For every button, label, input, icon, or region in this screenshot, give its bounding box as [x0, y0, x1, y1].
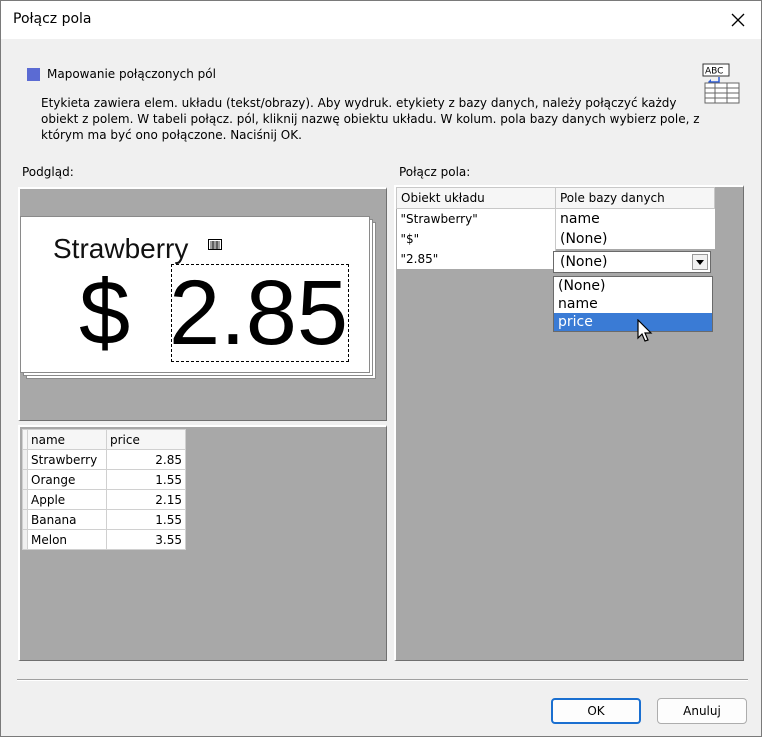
window-title: Połącz pola	[13, 11, 92, 27]
database-field-icon	[208, 235, 222, 254]
abc-table-icon: ABC	[701, 63, 741, 109]
mapping-header-row: Obiekt układu Pole bazy danych	[396, 187, 715, 209]
section-heading: Mapowanie połączonych pól	[27, 67, 216, 81]
dropdown-option-price[interactable]: price	[554, 313, 712, 331]
table-row[interactable]: Apple 2.15	[22, 489, 186, 510]
dropdown-option-name[interactable]: name	[554, 295, 712, 313]
mapping-object-cell[interactable]: "2.85"	[396, 249, 556, 269]
cell-name: Apple	[27, 489, 107, 510]
close-button[interactable]	[715, 1, 761, 39]
cell-price: 2.85	[106, 449, 186, 470]
mapping-row[interactable]: "Strawberry" name	[396, 208, 715, 229]
table-row[interactable]: Banana 1.55	[22, 509, 186, 530]
cell-price: 2.15	[106, 489, 186, 510]
mapping-field-cell[interactable]: name	[555, 208, 715, 229]
dropdown-button[interactable]	[692, 254, 708, 270]
column-header-name[interactable]: name	[27, 429, 107, 450]
divider	[17, 679, 748, 681]
mouse-cursor-icon	[637, 319, 653, 342]
dropdown-option-none[interactable]: (None)	[554, 277, 712, 295]
preview-label: Podgląd:	[22, 165, 74, 179]
ok-button[interactable]: OK	[551, 698, 641, 724]
column-header-price[interactable]: price	[106, 429, 186, 450]
chevron-down-icon	[696, 259, 704, 265]
mapping-object-cell[interactable]: "$"	[396, 229, 556, 249]
cancel-button[interactable]: Anuluj	[657, 698, 747, 724]
mapping-label: Połącz pola:	[399, 165, 471, 179]
label-preview-card[interactable]: Strawberry $ 2.85	[20, 216, 370, 373]
field-dropdown[interactable]: (None)	[553, 251, 711, 273]
mapping-row[interactable]: "$" (None)	[396, 229, 715, 249]
table-row[interactable]: Melon 3.55	[22, 529, 186, 550]
cell-name: Orange	[27, 469, 107, 490]
table-row[interactable]: Strawberry 2.85	[22, 449, 186, 470]
column-header-field[interactable]: Pole bazy danych	[555, 187, 715, 209]
label-currency-text[interactable]: $	[79, 265, 130, 361]
label-price-text[interactable]: 2.85	[169, 265, 348, 361]
column-header-object[interactable]: Obiekt układu	[396, 187, 556, 209]
table-header-row: name price	[22, 429, 186, 450]
cell-name: Melon	[27, 529, 107, 550]
cell-price: 1.55	[106, 509, 186, 530]
dropdown-list: (None) name price	[553, 276, 713, 332]
cell-price: 3.55	[106, 529, 186, 550]
section-heading-text: Mapowanie połączonych pól	[47, 67, 216, 81]
mapping-field-cell[interactable]: (None)	[555, 229, 715, 249]
cell-name: Banana	[27, 509, 107, 530]
label-name-text[interactable]: Strawberry	[53, 233, 188, 265]
close-icon	[731, 13, 745, 27]
section-square-icon	[27, 67, 40, 81]
title-bar: Połącz pola	[1, 1, 761, 39]
dialog-window: Połącz pola Mapowanie połączonych pól Et…	[0, 0, 762, 737]
dropdown-selected-value: (None)	[560, 254, 608, 270]
database-table: name price Strawberry 2.85 Orange 1.55 App…	[22, 429, 186, 550]
description-text: Etykieta zawiera elem. układu (tekst/obr…	[41, 96, 700, 142]
cell-name: Strawberry	[27, 449, 107, 470]
mapping-object-cell[interactable]: "Strawberry"	[396, 208, 556, 229]
table-row[interactable]: Orange 1.55	[22, 469, 186, 490]
cell-price: 1.55	[106, 469, 186, 490]
abc-icon-text: ABC	[705, 67, 723, 77]
